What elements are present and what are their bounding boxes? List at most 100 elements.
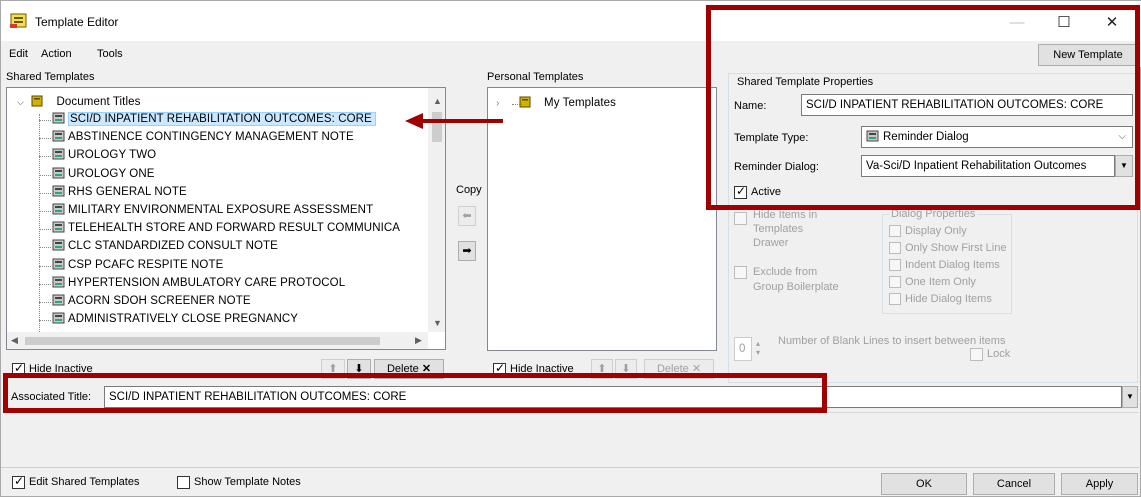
tree-connector: [39, 283, 51, 285]
list-item[interactable]: TELEHEALTH STORE AND FORWARD RESULT COMM…: [52, 220, 400, 237]
dialog-option-checkbox[interactable]: [889, 225, 901, 237]
tree-root-label: My Templates: [544, 97, 616, 109]
exclude-label-2: Group Boilerplate: [753, 281, 839, 293]
list-item[interactable]: HYPERTENSION AMBULATORY CARE PROTOCOL: [52, 275, 345, 292]
tree-connector: [39, 120, 51, 121]
tree-connector: [39, 192, 51, 194]
dialog-option-checkbox[interactable]: [889, 276, 901, 288]
tree-connector: [39, 156, 51, 158]
lock-checkbox[interactable]: [970, 348, 983, 361]
tree-connector: [39, 247, 51, 249]
list-item[interactable]: RHS GENERAL NOTE: [52, 184, 187, 201]
reminder-dialog-icon: [52, 167, 65, 179]
menu-edit[interactable]: Edit: [9, 48, 28, 60]
exclude-checkbox[interactable]: [734, 266, 747, 279]
reminder-dialog-icon: [52, 130, 65, 142]
hide-items-label-2: Templates: [753, 223, 804, 235]
dialog-option-label: Display Only: [905, 225, 967, 237]
scroll-up-arrow-icon[interactable]: ▲: [433, 96, 442, 106]
horizontal-scroll-thumb[interactable]: [25, 337, 380, 345]
hide-items-checkbox[interactable]: [734, 212, 747, 225]
reminder-dialog-icon: [52, 112, 65, 124]
tree-root-document-titles[interactable]: ⌵ Document Titles: [17, 94, 140, 111]
list-item-label: SCI/D INPATIENT REHABILITATION OUTCOMES:…: [68, 112, 376, 126]
hide-items-label-3: Drawer: [753, 237, 789, 249]
menu-tools[interactable]: Tools: [97, 48, 123, 60]
annotation-box-properties: [706, 5, 1140, 210]
tree-connector: [39, 174, 51, 176]
dialog-option-label: Hide Dialog Items: [905, 293, 992, 305]
reminder-dialog-icon: [52, 276, 65, 288]
folder-icon: [519, 96, 531, 108]
copy-right-button[interactable]: ➡: [458, 241, 476, 261]
list-item-label: RHS GENERAL NOTE: [68, 185, 187, 198]
dialog-option-checkbox[interactable]: [889, 259, 901, 271]
reminder-dialog-icon: [52, 185, 65, 197]
apply-button[interactable]: Apply: [1061, 473, 1138, 495]
dialog-option-checkbox[interactable]: [889, 293, 901, 305]
show-template-notes-label: Show Template Notes: [194, 476, 301, 488]
personal-templates-header: Personal Templates: [487, 71, 584, 83]
dropdown-arrow-icon: ▼: [1126, 392, 1134, 401]
list-item[interactable]: ACORN SDOH SCREENER NOTE: [52, 293, 251, 310]
show-template-notes-checkbox[interactable]: [177, 476, 190, 489]
tree-connector: [39, 265, 51, 267]
ok-button[interactable]: OK: [881, 473, 967, 495]
annotation-arrow-icon: [405, 113, 503, 129]
list-item[interactable]: CLC STANDARDIZED CONSULT NOTE: [52, 238, 278, 255]
tree-connector: [39, 138, 51, 140]
dialog-option-checkbox[interactable]: [889, 242, 901, 254]
associated-title-dropdown-button[interactable]: ▼: [1122, 386, 1138, 408]
blank-lines-label: Number of Blank Lines to insert between …: [778, 335, 1006, 347]
blank-lines-spinner[interactable]: 0: [734, 337, 752, 361]
spinner-arrows-icon[interactable]: ▴ ▾: [756, 339, 760, 357]
shared-horizontal-scrollbar[interactable]: ◀ ▶: [7, 332, 428, 349]
menu-action[interactable]: Action: [41, 48, 72, 60]
reminder-dialog-icon: [52, 148, 65, 160]
reminder-dialog-icon: [52, 239, 65, 251]
scroll-right-arrow-icon[interactable]: ▶: [415, 335, 422, 346]
list-item-label: ACORN SDOH SCREENER NOTE: [68, 295, 251, 307]
cancel-button[interactable]: Cancel: [973, 473, 1055, 495]
list-item[interactable]: ADMINISTRATIVELY CLOSE PREGNANCY: [52, 311, 298, 328]
list-item[interactable]: SCI/D INPATIENT REHABILITATION OUTCOMES:…: [52, 111, 376, 128]
reminder-dialog-icon: [52, 221, 65, 233]
tree-connector: [512, 104, 522, 105]
list-item[interactable]: ABSTINENCE CONTINGENCY MANAGEMENT NOTE: [52, 129, 354, 146]
edit-shared-templates-checkbox[interactable]: [12, 474, 25, 489]
list-item[interactable]: CSP PCAFC RESPITE NOTE: [52, 257, 223, 274]
personal-templates-tree[interactable]: › My Templates: [487, 87, 717, 351]
exclude-label-1: Exclude from: [753, 266, 818, 278]
list-item-label: HYPERTENSION AMBULATORY CARE PROTOCOL: [68, 276, 346, 289]
reminder-dialog-icon: [52, 294, 65, 306]
scroll-left-arrow-icon[interactable]: ◀: [11, 335, 18, 346]
edit-shared-templates-label: Edit Shared Templates: [29, 476, 140, 488]
arrow-left-icon: ⬅: [462, 210, 472, 222]
folder-icon: [31, 95, 43, 107]
footer-divider: [1, 467, 1141, 468]
reminder-dialog-icon: [52, 203, 65, 215]
dialog-option-label: One Item Only: [905, 276, 976, 288]
template-notes-area: [6, 412, 1138, 464]
tree-connector: [39, 320, 51, 322]
tree-root-my-templates[interactable]: › My Templates: [496, 95, 616, 112]
scroll-down-arrow-icon[interactable]: ▼: [433, 318, 442, 328]
list-item-label: CLC STANDARDIZED CONSULT NOTE: [68, 240, 278, 253]
copy-left-button[interactable]: ⬅: [458, 206, 476, 226]
template-editor-app-icon: [10, 13, 27, 28]
list-item-label: TELEHEALTH STORE AND FORWARD RESULT COMM…: [68, 222, 401, 235]
tree-root-label: Document Titles: [56, 96, 141, 108]
dialog-option-label: Only Show First Line: [905, 242, 1007, 254]
shared-templates-tree[interactable]: ⌵ Document Titles ▲ ▼ ◀ ▶ SCI/D INPATIEN…: [6, 87, 446, 350]
reminder-dialog-icon: [52, 258, 65, 270]
list-item[interactable]: UROLOGY TWO: [52, 147, 156, 164]
list-item-label: UROLOGY TWO: [68, 149, 157, 162]
list-item[interactable]: MILITARY ENVIRONMENTAL EXPOSURE ASSESSME…: [52, 202, 373, 219]
dialog-option-label: Indent Dialog Items: [905, 259, 1000, 271]
list-item[interactable]: UROLOGY ONE: [52, 166, 155, 183]
list-item-label: ABSTINENCE CONTINGENCY MANAGEMENT NOTE: [68, 131, 354, 144]
chevron-right-icon: ›: [496, 98, 500, 109]
reminder-dialog-icon: [52, 312, 65, 324]
shared-templates-header: Shared Templates: [6, 71, 95, 83]
lock-label: Lock: [987, 348, 1011, 360]
